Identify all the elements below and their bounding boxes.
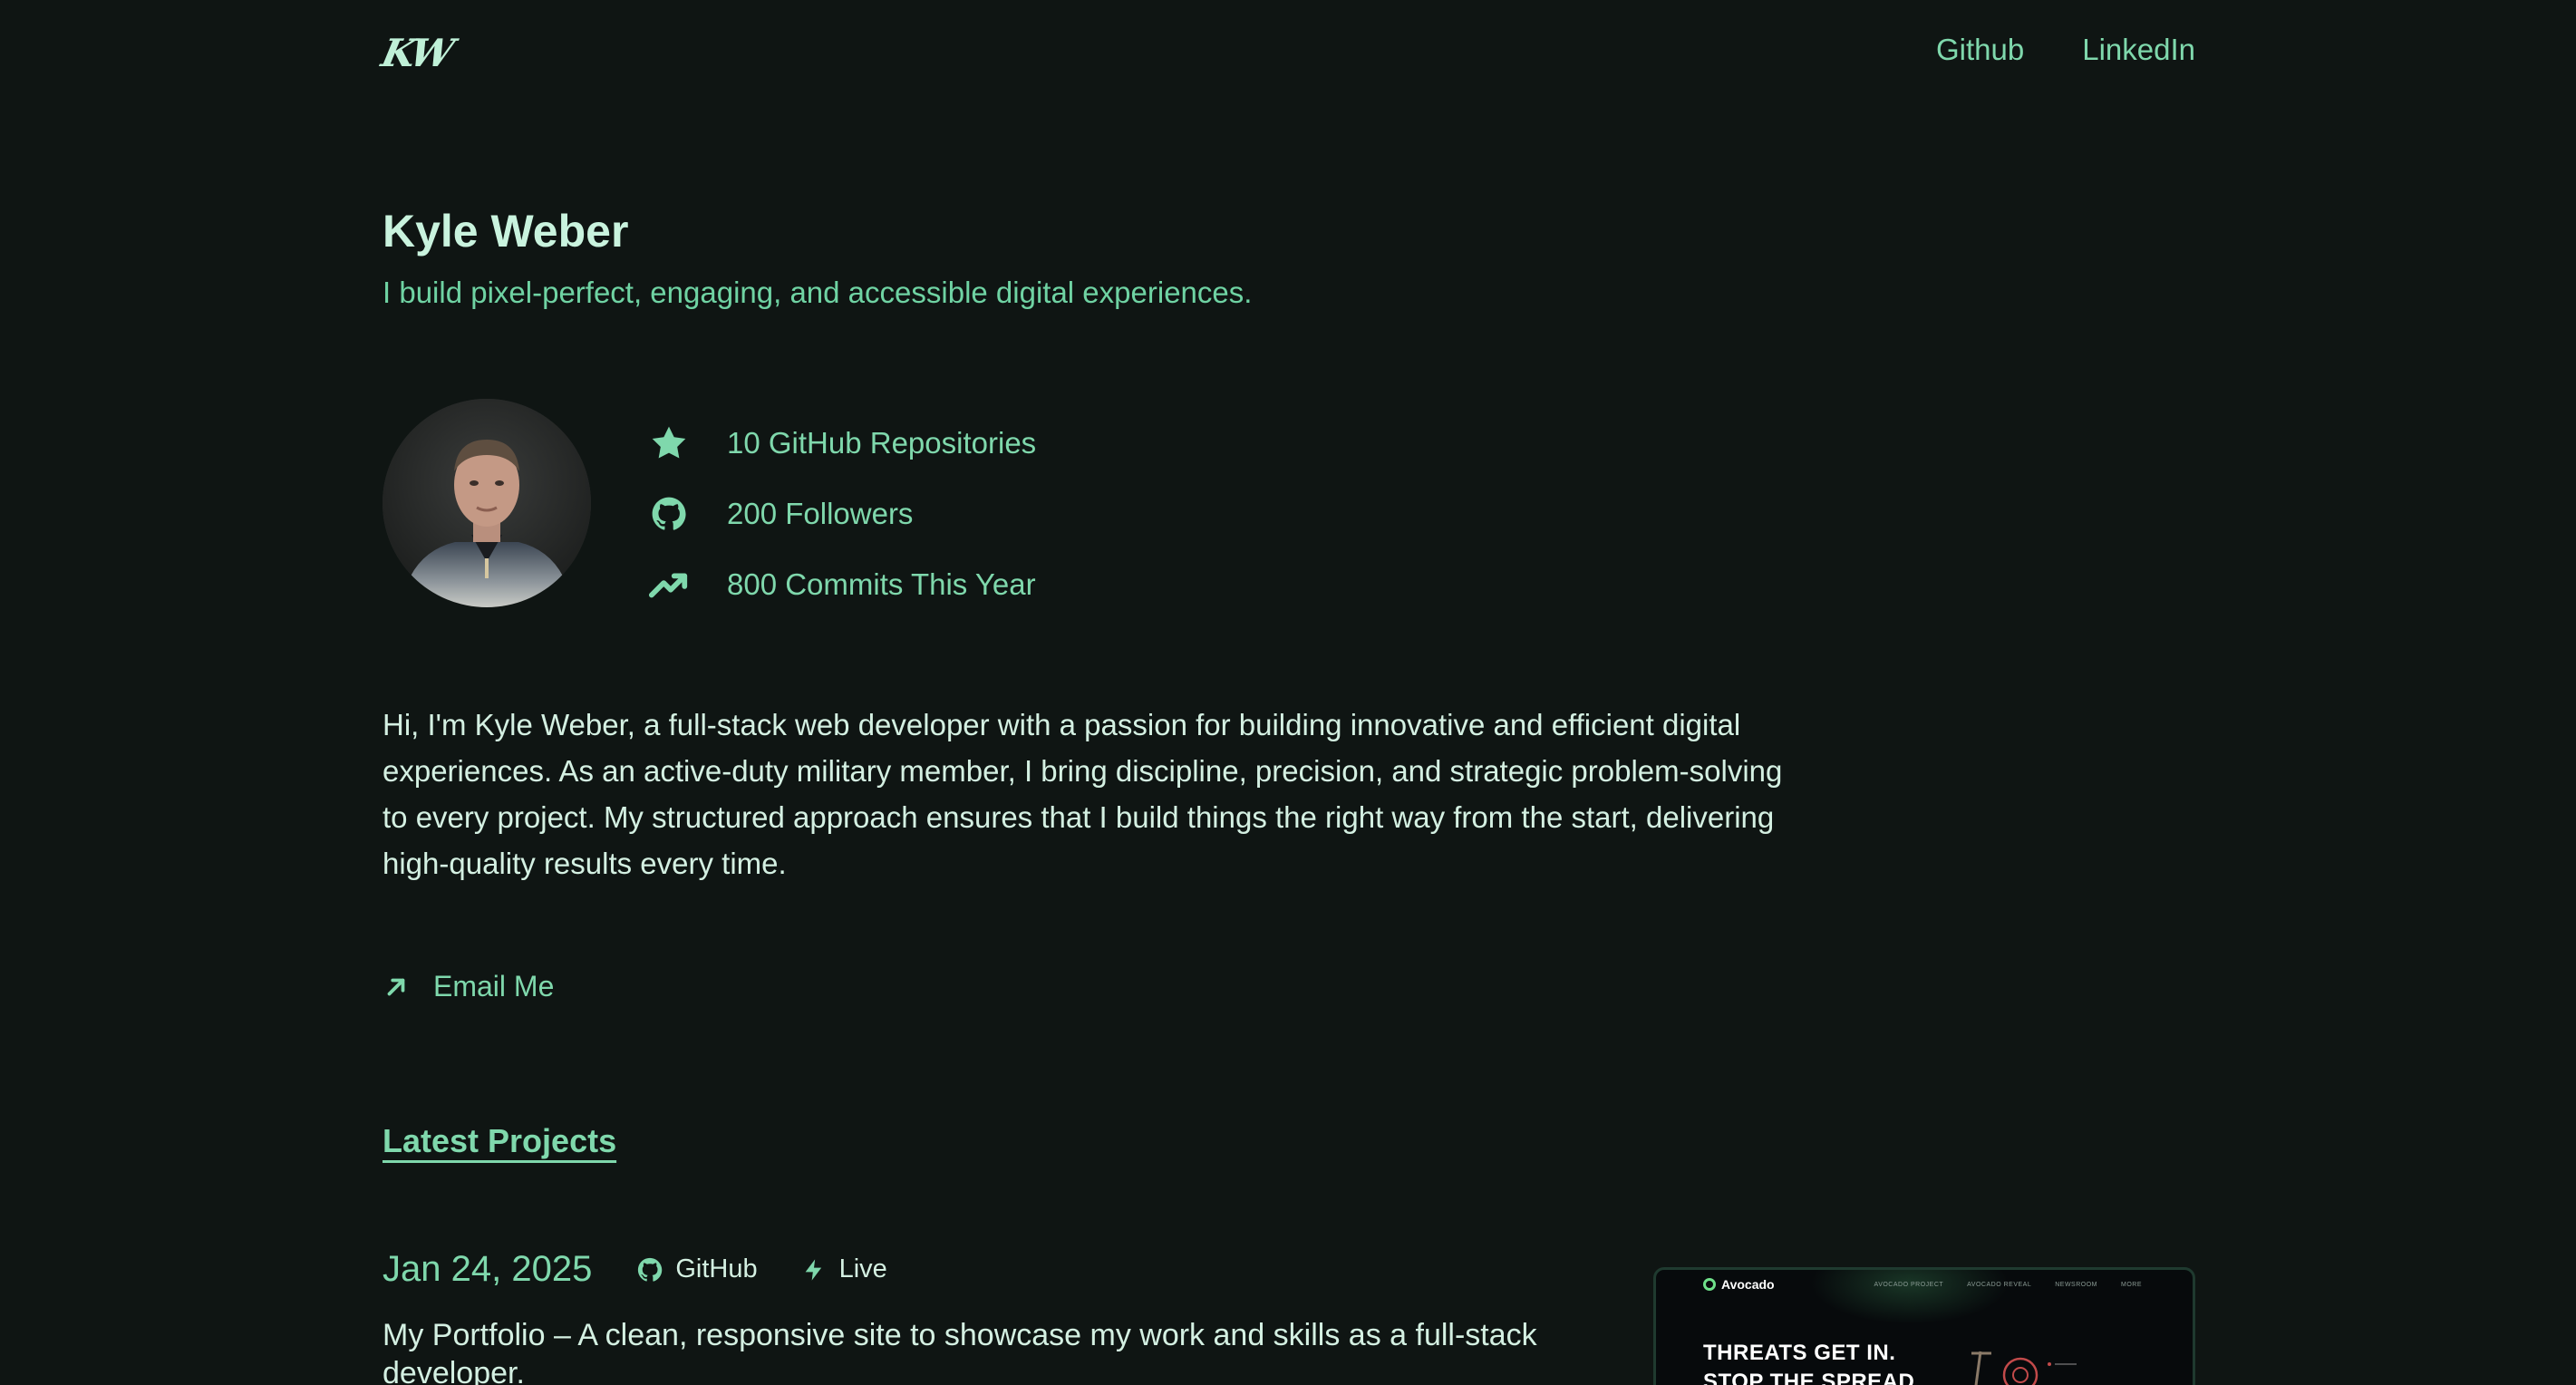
project-date: Jan 24, 2025: [383, 1249, 593, 1289]
stat-followers: 200 Followers: [645, 479, 1036, 549]
thumbnail-headline-line2: STOP THE SPREAD: [1703, 1370, 1915, 1385]
thumbnail-headline: THREATS GET IN. STOP THE SPREAD: [1703, 1339, 1914, 1385]
stat-followers-label: 200 Followers: [727, 497, 914, 530]
thumbnail-glow: [1810, 1270, 2009, 1324]
bio-paragraph: Hi, I'm Kyle Weber, a full-stack web dev…: [383, 708, 1783, 880]
nav-linkedin-link[interactable]: LinkedIn: [2082, 33, 2195, 67]
stat-commits-label: 800 Commits This Year: [727, 567, 1036, 601]
github-icon: [635, 1255, 664, 1284]
lightning-icon: [799, 1255, 828, 1284]
nav-github-link[interactable]: Github: [1936, 33, 2024, 67]
thumbnail-headline-line1: THREATS GET IN.: [1703, 1341, 1896, 1365]
project-github-label: GitHub: [675, 1254, 758, 1283]
thumbnail-brand-name: Avocado: [1721, 1277, 1775, 1292]
stat-repositories: 10 GitHub Repositories: [645, 408, 1036, 479]
stat-commits: 800 Commits This Year: [645, 549, 1036, 620]
thumbnail-nav-item: AVOCADO REVEAL: [1967, 1282, 2032, 1288]
project-live-link[interactable]: Live: [799, 1254, 887, 1284]
thumbnail-brand: Avocado: [1703, 1277, 1775, 1292]
project-description: My Portfolio – A clean, responsive site …: [383, 1318, 1537, 1385]
trending-up-icon: [645, 561, 692, 608]
thumbnail-nav-item: MORE: [2121, 1282, 2142, 1288]
email-me-label: Email Me: [433, 970, 555, 1002]
thumbnail-nav-item: AVOCADO PROJECT: [1874, 1282, 1944, 1288]
latest-projects-heading[interactable]: Latest Projects: [383, 1122, 616, 1160]
thumbnail-nav-item: NEWSROOM: [2055, 1282, 2097, 1288]
hero-tagline: I build pixel-perfect, engaging, and acc…: [383, 276, 1253, 309]
star-icon: [645, 420, 692, 467]
avatar: [383, 399, 591, 607]
thumbnail-illustration: [1971, 1351, 2077, 1385]
project-thumbnail[interactable]: Avocado AVOCADO PROJECT AVOCADO REVEAL N…: [1653, 1267, 2195, 1385]
email-me-link[interactable]: Email Me: [383, 970, 554, 1003]
arrow-up-right-icon: [383, 972, 413, 1002]
project-meta: Jan 24, 2025 GitHub Live: [383, 1249, 929, 1290]
github-icon: [645, 490, 692, 538]
thumbnail-nav: AVOCADO PROJECT AVOCADO REVEAL NEWSROOM …: [1874, 1282, 2142, 1288]
top-nav: Github LinkedIn: [1936, 33, 2195, 67]
project-live-label: Live: [838, 1254, 887, 1283]
project-github-link[interactable]: GitHub: [635, 1254, 758, 1284]
stat-repositories-label: 10 GitHub Repositories: [727, 426, 1037, 460]
hero-name: Kyle Weber: [383, 206, 629, 257]
github-stats: 10 GitHub Repositories 200 Followers 800…: [645, 408, 1036, 620]
avocado-logo-icon: [1703, 1278, 1716, 1291]
site-logo[interactable]: KW: [378, 31, 455, 75]
portfolio-page: KW Github LinkedIn Kyle Weber I build pi…: [0, 0, 2576, 1385]
